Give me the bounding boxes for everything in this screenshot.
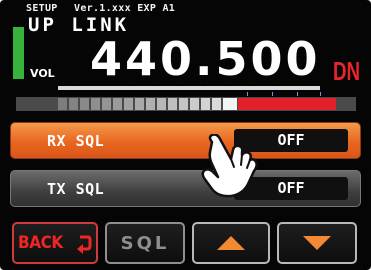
volume-tick [253, 84, 255, 86]
mode-label: SETUP [26, 3, 58, 14]
meter-segment [124, 98, 133, 110]
meter-segment [168, 98, 177, 110]
back-button[interactable]: BACK [12, 222, 98, 264]
volume-tick [278, 84, 280, 86]
volume-tick [128, 84, 130, 86]
meter-segment [212, 98, 221, 110]
down-arrow-icon [303, 236, 331, 250]
version-label: Ver.1.xxx EXP A1 [74, 3, 176, 14]
frequency-readout: 440.500 [90, 32, 321, 86]
meter-segment [80, 98, 89, 110]
back-button-label: BACK [18, 233, 63, 253]
volume-tick [78, 84, 80, 86]
meter-cap-marker [247, 92, 248, 96]
meter-segment [135, 98, 144, 110]
meter-segment [102, 98, 111, 110]
meter-cap-marker [320, 92, 321, 96]
s-meter [16, 97, 356, 111]
volume-tick [103, 84, 105, 86]
menu-row-rx-sql[interactable]: RX SQL OFF [10, 122, 361, 159]
meter-segment-red [238, 98, 336, 110]
meter-segment [223, 98, 237, 110]
volume-tick [203, 84, 205, 86]
meter-segment [146, 98, 155, 110]
shift-indicator: DN [333, 56, 361, 86]
up-button[interactable] [192, 222, 270, 264]
sql-button-label: SQL [120, 233, 170, 254]
menu-row-tx-sql[interactable]: TX SQL OFF [10, 170, 361, 207]
tx-sql-label: TX SQL [47, 180, 105, 198]
meter-segment [113, 98, 122, 110]
signal-level-bar [13, 27, 24, 79]
volume-tick [178, 84, 180, 86]
volume-scale [58, 84, 320, 90]
volume-tick [228, 84, 230, 86]
meter-segment [201, 98, 210, 110]
volume-tick [303, 84, 305, 86]
radio-display: SETUP Ver.1.xxx EXP A1 UP LINK VOL 440.50… [0, 0, 371, 270]
hand-pointer-icon [201, 134, 258, 198]
meter-segment [157, 98, 166, 110]
meter-segment [69, 98, 78, 110]
volume-tick [153, 84, 155, 86]
vol-label: VOL [30, 67, 55, 80]
sql-button[interactable]: SQL [105, 222, 185, 264]
meter-segment [179, 98, 188, 110]
meter-segment [58, 98, 67, 110]
return-arrow-icon [77, 235, 92, 254]
up-arrow-icon [217, 236, 245, 250]
meter-segment [190, 98, 199, 110]
meter-cap-marker [272, 92, 273, 96]
meter-segment [91, 98, 100, 110]
status-line: SETUP Ver.1.xxx EXP A1 [26, 3, 175, 14]
meter-cap-marker [297, 92, 298, 96]
down-button[interactable] [277, 222, 357, 264]
rx-sql-label: RX SQL [47, 132, 105, 150]
